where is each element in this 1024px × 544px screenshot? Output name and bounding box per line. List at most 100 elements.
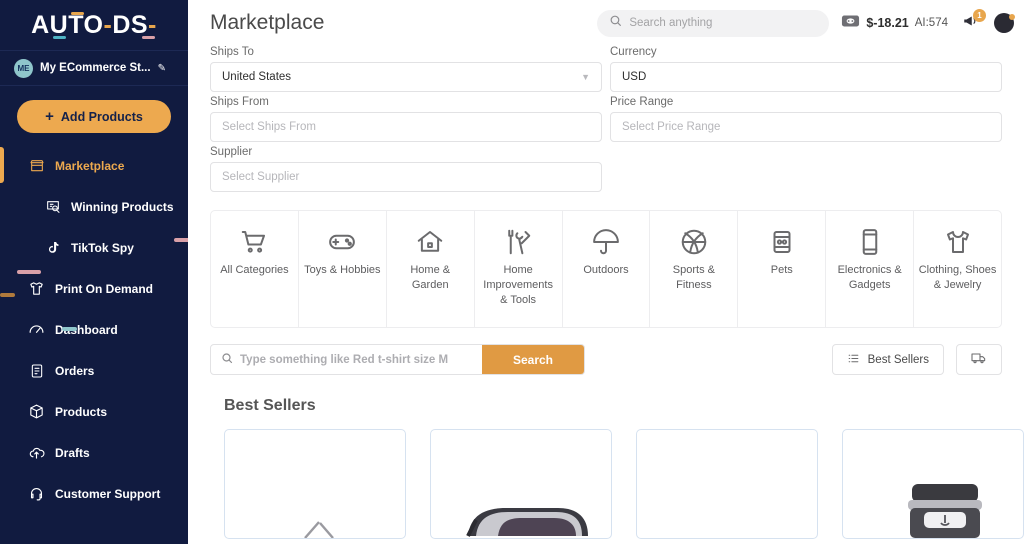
sidebar-item-orders[interactable]: Orders (0, 350, 188, 391)
sidebar-item-print-on-demand[interactable]: Print On Demand (0, 268, 188, 309)
search-icon (609, 14, 622, 32)
best-sellers-label: Best Sellers (867, 353, 929, 366)
category-toys-hobbies[interactable]: Toys & Hobbies (299, 211, 387, 327)
best-sellers-filter-button[interactable]: Best Sellers (831, 344, 944, 375)
product-card[interactable] (636, 429, 818, 539)
blender-product-image (843, 478, 1023, 538)
product-search[interactable]: Search (210, 344, 585, 375)
category-label: Sports & Fitness (672, 264, 715, 291)
house-icon (415, 225, 445, 259)
pencil-icon[interactable]: ✎ (158, 63, 166, 74)
product-search-row: Search Best Sellers (210, 344, 1002, 375)
category-outdoors[interactable]: Outdoors (563, 211, 651, 327)
add-products-button[interactable]: + Add Products (17, 100, 171, 133)
filter-label: Ships From (210, 96, 269, 108)
store-name: My ECommerce St... (40, 62, 151, 74)
best-sellers-title: Best Sellers (224, 397, 316, 414)
search-button[interactable]: Search (482, 345, 584, 374)
logo[interactable]: AUTO-DS- (0, 0, 188, 50)
gauge-icon (28, 321, 45, 338)
sidebar-item-tiktok-spy[interactable]: TikTok Spy (0, 227, 188, 268)
category-home-garden[interactable]: Home & Garden (387, 211, 475, 327)
balance-display[interactable]: $-18.21 AI:574 (841, 14, 948, 33)
store-icon (28, 157, 45, 174)
store-selector[interactable]: ME My ECommerce St... ✎ (0, 50, 188, 86)
balance-amount: $-18.21 (866, 16, 909, 30)
category-label: Electronics & Gadgets (837, 264, 902, 291)
product-search-input[interactable] (240, 353, 472, 366)
global-search[interactable] (597, 9, 830, 37)
category-label: Pets (770, 264, 793, 276)
category-pets[interactable]: Pets (738, 211, 827, 327)
store-avatar: ME (14, 58, 33, 78)
search-input[interactable] (629, 17, 818, 29)
category-label: Home Improvements & Tools (483, 264, 553, 306)
filter-currency: Currency USD (610, 46, 1002, 92)
sidebar-label: Marketplace (55, 158, 125, 173)
filters-panel: Ships To United States ▼ Currency USD Sh… (188, 46, 1024, 196)
notification-badge: 1 (973, 9, 986, 22)
sidebar-label: Customer Support (55, 486, 161, 501)
sidebar-item-products[interactable]: Products (0, 391, 188, 432)
sidebar-item-dashboard[interactable]: Dashboard (0, 309, 188, 350)
category-label: Home & Garden (410, 264, 451, 291)
price-range-select[interactable]: Select Price Range (610, 112, 1002, 142)
category-sports-fitness[interactable]: Sports & Fitness (650, 211, 739, 327)
filter-value: Select Ships From (222, 121, 316, 133)
sidebar-item-marketplace[interactable]: Marketplace (0, 145, 188, 186)
filter-value: USD (622, 71, 647, 83)
logo-accent-orange (71, 11, 85, 15)
plus-icon: + (45, 108, 54, 125)
decorative-dash (0, 293, 15, 297)
ships-to-select[interactable]: United States ▼ (210, 62, 602, 92)
supplier-select[interactable]: Select Supplier (210, 162, 602, 192)
filter-value: Select Price Range (622, 121, 721, 133)
product-card[interactable] (430, 429, 612, 539)
category-all-categories[interactable]: All Categories (211, 211, 299, 327)
filter-value: United States (222, 71, 292, 83)
category-label: Toys & Hobbies (304, 264, 381, 276)
notifications-button[interactable]: 1 (960, 9, 986, 34)
sidebar-label: TikTok Spy (71, 240, 134, 255)
basketball-icon (679, 225, 709, 259)
clipboard-icon (28, 362, 45, 379)
sidebar-label: Winning Products (71, 199, 174, 214)
decorative-dash (174, 238, 188, 242)
category-clothing-shoes-jewelry[interactable]: Clothing, Shoes & Jewelry (914, 211, 1001, 327)
filter-value: Select Supplier (222, 171, 300, 183)
logo-text: AUTO-DS- (31, 10, 157, 39)
avatar[interactable] (994, 13, 1015, 33)
category-electronics-gadgets[interactable]: Electronics & Gadgets (826, 211, 915, 327)
category-bar: All Categories Toys & Hobbies Home & Gar… (210, 210, 1002, 328)
sidebar-label: Drafts (55, 445, 90, 460)
shipping-filter-button[interactable] (956, 344, 1002, 375)
ships-from-select[interactable]: Select Ships From (210, 112, 602, 142)
sidebar-item-drafts[interactable]: Drafts (0, 432, 188, 473)
category-home-improvements-tools[interactable]: Home Improvements & Tools (475, 211, 563, 327)
sidebar-item-customer-support[interactable]: Customer Support (0, 473, 188, 514)
filter-label: Supplier (210, 146, 253, 158)
umbrella-icon (591, 225, 621, 259)
wallet-icon (841, 14, 860, 33)
truck-icon (971, 351, 987, 368)
product-card[interactable] (842, 429, 1024, 539)
ai-credits: AI:574 (914, 17, 948, 29)
sunglasses-product-image (431, 492, 611, 538)
product-card[interactable] (224, 429, 406, 539)
filter-label: Currency (610, 46, 657, 58)
cart-icon (239, 225, 269, 259)
filter-ships-from: Ships From Select Ships From (210, 96, 602, 142)
sidebar-label: Orders (55, 363, 95, 378)
sidebar-item-winning-products[interactable]: Winning Products (0, 186, 188, 227)
sidebar: AUTO-DS- ME My ECommerce St... ✎ + Add P… (0, 0, 188, 544)
logo-accent-pink (142, 35, 156, 39)
sidebar-nav: Marketplace Winning Products TikTok Spy … (0, 145, 188, 514)
filter-ships-to: Ships To United States ▼ (210, 46, 602, 92)
currency-select[interactable]: USD (610, 62, 1002, 92)
cloud-up-icon (28, 444, 45, 461)
main-content: Marketplace $-18.21 AI:574 1 (188, 0, 1024, 544)
filter-price-range: Price Range Select Price Range (610, 96, 1002, 142)
decorative-dash (17, 270, 41, 274)
phone-icon (855, 225, 885, 259)
scissors-product-image (225, 496, 405, 538)
